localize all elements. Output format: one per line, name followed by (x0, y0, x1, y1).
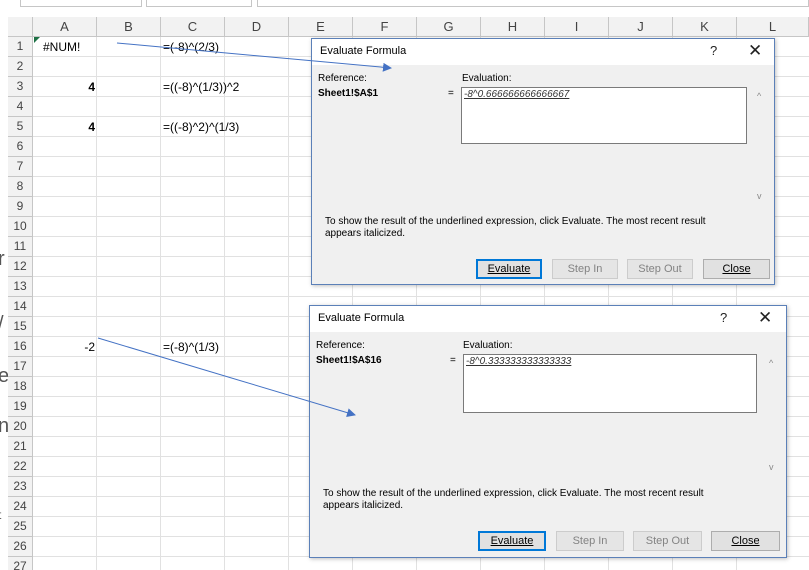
step-in-button[interactable]: Step In (556, 531, 624, 551)
column-header-g[interactable]: G (417, 17, 481, 37)
step-out-button[interactable]: Step Out (633, 531, 702, 551)
evaluate-button[interactable]: Evaluate (476, 259, 542, 279)
evaluation-expression: -8^0.666666666666667 (464, 89, 570, 100)
row-header-20[interactable]: 20 (8, 417, 33, 437)
evaluate-formula-dialog: Evaluate Formula ? ✕ Reference: Sheet1!$… (309, 305, 787, 558)
scroll-up-icon[interactable]: ^ (757, 91, 761, 101)
row-header-19[interactable]: 19 (8, 397, 33, 417)
row-header-22[interactable]: 22 (8, 457, 33, 477)
evaluation-label: Evaluation: (463, 340, 513, 351)
row-header-8[interactable]: 8 (8, 177, 33, 197)
row-header-11[interactable]: 11 (8, 237, 33, 257)
step-in-button[interactable]: Step In (552, 259, 618, 279)
step-out-button[interactable]: Step Out (627, 259, 693, 279)
close-button[interactable]: Close (711, 531, 780, 551)
reference-value: Sheet1!$A$1 (318, 88, 379, 99)
column-header-b[interactable]: B (97, 17, 161, 37)
row-header-25[interactable]: 25 (8, 517, 33, 537)
row-header-7[interactable]: 7 (8, 157, 33, 177)
scroll-up-icon[interactable]: ^ (769, 358, 773, 368)
evaluation-box[interactable]: -8^0.333333333333333 (463, 354, 757, 413)
row-header-15[interactable]: 15 (8, 317, 33, 337)
row-header-3[interactable]: 3 (8, 77, 33, 97)
cell-a5[interactable]: 4 (33, 117, 95, 137)
evaluation-box[interactable]: -8^0.666666666666667 (461, 87, 747, 144)
hint-text-line1: To show the result of the underlined exp… (323, 488, 704, 499)
dialog-title: Evaluate Formula (320, 45, 407, 57)
row-header-21[interactable]: 21 (8, 437, 33, 457)
cell-a16[interactable]: -2 (33, 337, 95, 357)
cell-a1[interactable]: #NUM! (43, 37, 80, 57)
error-indicator-icon[interactable] (34, 37, 40, 43)
cell-c1[interactable]: =(-8)^(2/3) (163, 37, 219, 57)
row-header-17[interactable]: 17 (8, 357, 33, 377)
dialog-title-bar[interactable]: Evaluate Formula ? ✕ (312, 39, 774, 65)
row-header-23[interactable]: 23 (8, 477, 33, 497)
equals-sign: = (450, 355, 456, 366)
scroll-down-icon[interactable]: v (757, 191, 762, 201)
row-header-13[interactable]: 13 (8, 277, 33, 297)
row-header-26[interactable]: 26 (8, 537, 33, 557)
gridline (33, 296, 809, 297)
reference-label: Reference: (316, 340, 365, 351)
column-header-c[interactable]: C (161, 17, 225, 37)
row-header-5[interactable]: 5 (8, 117, 33, 137)
evaluation-expression: -8^0.333333333333333 (466, 356, 572, 367)
cell-c5[interactable]: =((-8)^2)^(1/3) (163, 117, 239, 137)
column-header-k[interactable]: K (673, 17, 737, 37)
evaluation-label: Evaluation: (462, 73, 512, 84)
help-icon[interactable]: ? (710, 43, 717, 58)
row-header-24[interactable]: 24 (8, 497, 33, 517)
evaluate-formula-dialog: Evaluate Formula ? ✕ Reference: Sheet1!$… (311, 38, 775, 285)
select-all-corner[interactable] (8, 17, 33, 37)
cell-c3[interactable]: =((-8)^(1/3))^2 (163, 77, 239, 97)
column-header-e[interactable]: E (289, 17, 353, 37)
hint-text-line2: appears italicized. (325, 228, 406, 239)
dialog-title: Evaluate Formula (318, 312, 405, 324)
row-header-4[interactable]: 4 (8, 97, 33, 117)
row-header-18[interactable]: 18 (8, 377, 33, 397)
row-header-1[interactable]: 1 (8, 37, 33, 57)
close-icon[interactable]: ✕ (748, 41, 762, 61)
row-header-6[interactable]: 6 (8, 137, 33, 157)
left-window-edge: r / e n t (0, 0, 8, 570)
column-header-h[interactable]: H (481, 17, 545, 37)
column-header-d[interactable]: D (225, 17, 289, 37)
reference-value: Sheet1!$A$16 (316, 355, 382, 366)
close-icon[interactable]: ✕ (758, 308, 772, 328)
row-header-10[interactable]: 10 (8, 217, 33, 237)
row-header-16[interactable]: 16 (8, 337, 33, 357)
row-header-9[interactable]: 9 (8, 197, 33, 217)
scroll-down-icon[interactable]: v (769, 462, 774, 472)
row-header-12[interactable]: 12 (8, 257, 33, 277)
row-header-14[interactable]: 14 (8, 297, 33, 317)
hint-text-line2: appears italicized. (323, 500, 404, 511)
column-header-l[interactable]: L (737, 17, 809, 37)
row-header-2[interactable]: 2 (8, 57, 33, 77)
column-header-i[interactable]: I (545, 17, 609, 37)
cell-a3[interactable]: 4 (33, 77, 95, 97)
cell-c16[interactable]: =(-8)^(1/3) (163, 337, 219, 357)
column-header-a[interactable]: A (33, 17, 97, 37)
help-icon[interactable]: ? (720, 310, 727, 325)
evaluate-button[interactable]: Evaluate (478, 531, 546, 551)
equals-sign: = (448, 88, 454, 99)
formula-bar-fragment (146, 0, 252, 7)
hint-text-line1: To show the result of the underlined exp… (325, 216, 706, 227)
row-header-27[interactable]: 27 (8, 557, 33, 570)
column-header-f[interactable]: F (353, 17, 417, 37)
close-button[interactable]: Close (703, 259, 770, 279)
dialog-title-bar[interactable]: Evaluate Formula ? ✕ (310, 306, 786, 332)
formula-bar-fragment (20, 0, 142, 7)
reference-label: Reference: (318, 73, 367, 84)
column-header-j[interactable]: J (609, 17, 673, 37)
formula-bar-input[interactable] (257, 0, 809, 7)
